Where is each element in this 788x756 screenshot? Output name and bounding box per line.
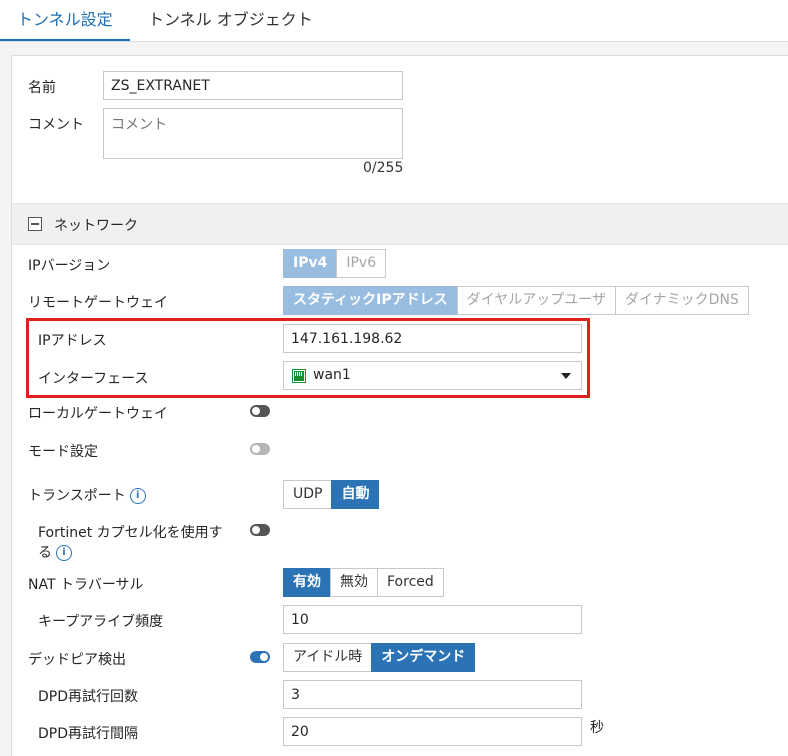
name-label: 名前	[28, 80, 56, 96]
ipv6-option[interactable]: IPv6	[336, 249, 387, 278]
tab-tunnel-objects[interactable]: トンネル オブジェクト	[131, 0, 330, 40]
nat-traversal-label: NAT トラバーサル	[28, 577, 144, 593]
ip-address-label: IPアドレス	[38, 333, 107, 349]
dpd-retry-interval-input[interactable]	[283, 717, 582, 746]
nat-forced-option[interactable]: Forced	[377, 568, 444, 597]
transport-toggle: UDP 自動	[283, 480, 380, 509]
name-input[interactable]	[103, 71, 403, 100]
dialup-user-option[interactable]: ダイヤルアップユーザ	[456, 286, 616, 315]
ip-version-label: IPバージョン	[28, 258, 111, 274]
fortinet-encap-label-line2: る	[38, 545, 52, 561]
on-idle-option[interactable]: アイドル時	[283, 643, 373, 672]
remote-gateway-toggle: スタティックIPアドレス ダイヤルアップユーザ ダイナミックDNS	[283, 286, 749, 315]
dpd-retry-count-input[interactable]	[283, 680, 582, 709]
dead-peer-label: デッドピア検出	[28, 652, 126, 668]
fortinet-encap-label-line2-wrap: るi	[38, 542, 72, 562]
interface-label: インターフェース	[38, 371, 149, 387]
local-gateway-toggle[interactable]	[250, 405, 270, 417]
keepalive-label: キープアライブ頻度	[38, 614, 164, 630]
dpd-retry-interval-label: DPD再試行間隔	[38, 726, 139, 742]
info-icon[interactable]: i	[129, 488, 146, 504]
tab-bar: トンネル設定 トンネル オブジェクト	[0, 0, 788, 42]
comment-label: コメント	[28, 117, 84, 133]
remote-gateway-label: リモートゲートウェイ	[28, 295, 168, 311]
mode-config-toggle[interactable]	[250, 443, 270, 455]
ip-address-input[interactable]	[283, 324, 582, 353]
network-section-title: ネットワーク	[54, 218, 138, 234]
network-port-icon	[292, 369, 306, 383]
static-ip-option[interactable]: スタティックIPアドレス	[283, 286, 458, 315]
nat-disable-option[interactable]: 無効	[330, 568, 378, 597]
auto-option[interactable]: 自動	[331, 480, 380, 509]
fortinet-encap-toggle[interactable]	[250, 524, 270, 536]
tab-tunnel-settings[interactable]: トンネル設定	[0, 0, 130, 41]
info-icon[interactable]: i	[56, 545, 72, 561]
on-demand-option[interactable]: オンデマンド	[371, 643, 476, 672]
fortinet-encap-label-line1: Fortinet カプセル化を使用す	[38, 525, 223, 541]
ip-version-toggle: IPv4 IPv6	[283, 249, 387, 278]
interface-value: wan1	[313, 367, 351, 383]
transport-label: トランスポート i	[28, 485, 146, 505]
local-gateway-label: ローカルゲートウェイ	[28, 406, 168, 422]
keepalive-input[interactable]	[283, 605, 582, 634]
dead-peer-mode-toggle: アイドル時 オンデマンド	[283, 643, 476, 672]
dead-peer-toggle[interactable]	[250, 651, 270, 663]
interface-select[interactable]: wan1	[283, 361, 582, 390]
transport-label-text: トランスポート	[28, 488, 126, 504]
collapse-icon[interactable]	[28, 217, 42, 231]
seconds-unit: 秒	[590, 720, 604, 736]
settings-panel: 名前 コメント 0/255 ネットワーク IPバージョン IPv4 IPv6 リ…	[11, 55, 788, 756]
dynamic-dns-option[interactable]: ダイナミックDNS	[614, 286, 749, 315]
nat-enable-option[interactable]: 有効	[283, 568, 331, 597]
comment-char-counter: 0/255	[363, 160, 404, 176]
nat-traversal-toggle: 有効 無効 Forced	[283, 568, 444, 597]
ipv4-option[interactable]: IPv4	[283, 249, 338, 278]
network-section-header[interactable]: ネットワーク	[12, 203, 788, 245]
udp-option[interactable]: UDP	[283, 480, 333, 509]
comment-textarea[interactable]	[103, 108, 403, 159]
dpd-retry-count-label: DPD再試行回数	[38, 689, 139, 705]
chevron-down-icon	[561, 373, 571, 379]
mode-config-label: モード設定	[28, 444, 98, 460]
